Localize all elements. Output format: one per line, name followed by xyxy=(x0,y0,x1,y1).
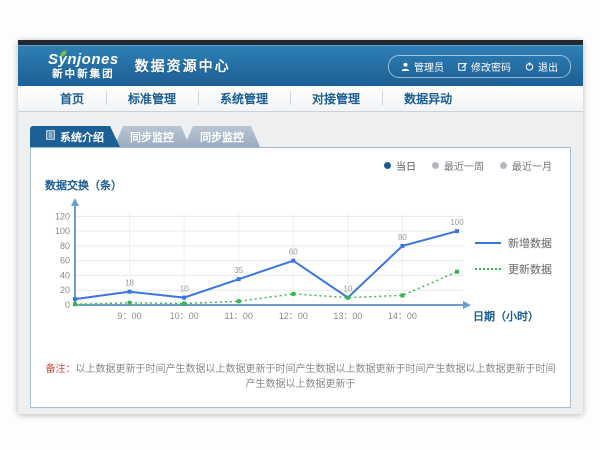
nav-item-standard-mgmt[interactable]: 标准管理 xyxy=(106,90,198,107)
company-logo: Synjones 新中新集团 xyxy=(48,52,119,80)
tab-label: 同步监控 xyxy=(130,129,174,145)
user-menu: 管理员 修改密码 退出 xyxy=(388,55,571,78)
svg-text:60: 60 xyxy=(289,248,298,257)
chart-legend: 新增数据 更新数据 xyxy=(475,235,552,277)
nav-item-data-change[interactable]: 数据异动 xyxy=(382,90,474,107)
svg-text:10: 10 xyxy=(343,285,352,294)
nav-item-system-mgmt[interactable]: 系统管理 xyxy=(198,90,290,107)
svg-text:10：00: 10：00 xyxy=(170,311,199,321)
change-password-button[interactable]: 修改密码 xyxy=(458,59,511,74)
page-title: 数据资源中心 xyxy=(135,56,231,76)
app-header: Synjones 新中新集团 数据资源中心 管理员 修改密码 退出 xyxy=(18,45,583,86)
radio-dot-icon xyxy=(500,162,507,169)
current-user[interactable]: 管理员 xyxy=(401,59,444,74)
svg-text:60: 60 xyxy=(60,256,70,266)
time-range-filters: 当日 最近一周 最近一月 xyxy=(41,158,552,173)
svg-text:80: 80 xyxy=(60,241,70,251)
nav-item-docking-mgmt[interactable]: 对接管理 xyxy=(290,90,382,107)
tab-sync-monitor-2[interactable]: 同步监控 xyxy=(184,126,260,147)
y-axis-title: 数据交换（条） xyxy=(45,177,560,193)
change-password-label: 修改密码 xyxy=(471,59,511,74)
svg-text:40: 40 xyxy=(60,270,70,280)
svg-text:35: 35 xyxy=(234,266,243,275)
footnote-label: 备注： xyxy=(46,364,76,375)
svg-text:0: 0 xyxy=(65,300,70,310)
radio-dot-icon xyxy=(384,162,391,169)
svg-text:100: 100 xyxy=(55,226,70,236)
filter-label: 最近一周 xyxy=(444,158,484,173)
legend-line-swatch xyxy=(475,268,501,270)
line-chart: 0 20 40 60 80 100 120 9：00 10：00 11：00 12：00 13：00 1… xyxy=(41,193,471,335)
document-icon xyxy=(46,130,55,143)
current-user-label: 管理员 xyxy=(414,59,444,74)
legend-label: 更新数据 xyxy=(508,261,552,277)
nav-item-home[interactable]: 首页 xyxy=(38,90,106,107)
logout-label: 退出 xyxy=(538,59,558,74)
radio-dot-icon xyxy=(432,162,439,169)
logout-button[interactable]: 退出 xyxy=(525,59,558,74)
content-area: 系统介绍 同步监控 同步监控 当日 最近一周 xyxy=(18,112,583,414)
svg-text:11：00: 11：00 xyxy=(225,311,253,321)
app-window: Synjones 新中新集团 数据资源中心 管理员 修改密码 退出 xyxy=(18,40,583,414)
svg-text:80: 80 xyxy=(398,233,407,242)
legend-label: 新增数据 xyxy=(508,235,552,251)
legend-item-updated-data[interactable]: 更新数据 xyxy=(475,261,552,277)
filter-label: 最近一月 xyxy=(512,158,552,173)
x-axis-title: 日期（小时） xyxy=(473,308,539,324)
main-nav: 首页 标准管理 系统管理 对接管理 数据异动 xyxy=(18,86,583,112)
filter-label: 当日 xyxy=(396,158,416,173)
svg-text:13：00: 13：00 xyxy=(333,311,362,321)
svg-text:100: 100 xyxy=(450,218,464,227)
edit-icon xyxy=(458,62,467,71)
filter-today[interactable]: 当日 xyxy=(384,158,416,173)
logout-icon xyxy=(525,62,534,71)
svg-text:120: 120 xyxy=(55,211,70,221)
svg-text:14：00: 14：00 xyxy=(388,311,417,321)
chart-row: 0 20 40 60 80 100 120 9：00 10：00 11：00 12：00 13：00 1… xyxy=(41,193,560,340)
tab-strip: 系统介绍 同步监控 同步监控 xyxy=(30,126,571,147)
chart-wrap: 0 20 40 60 80 100 120 9：00 10：00 11：00 12：00 13：00 1… xyxy=(41,193,471,340)
svg-text:18: 18 xyxy=(125,279,134,288)
tab-system-intro[interactable]: 系统介绍 xyxy=(30,126,120,147)
tab-label: 同步监控 xyxy=(200,129,244,145)
footnote-text: 以上数据更新于时间产生数据以上数据更新于时间产生数据以上数据更新于时间产生数据以… xyxy=(76,364,556,390)
svg-text:9：00: 9：00 xyxy=(118,311,142,321)
footnote: 备注：以上数据更新于时间产生数据以上数据更新于时间产生数据以上数据更新于时间产生… xyxy=(41,360,560,390)
brand-name: Synjones xyxy=(48,52,119,67)
filter-last-week[interactable]: 最近一周 xyxy=(432,158,484,173)
tab-sync-monitor-1[interactable]: 同步监控 xyxy=(114,126,190,147)
legend-line-swatch xyxy=(475,242,501,244)
filter-last-month[interactable]: 最近一月 xyxy=(500,158,552,173)
tab-label: 系统介绍 xyxy=(60,129,104,145)
user-icon xyxy=(401,62,410,71)
chart-card: 当日 最近一周 最近一月 数据交换（条） 0 20 40 60 80 100 120 9：00… xyxy=(30,147,571,408)
legend-item-new-data[interactable]: 新增数据 xyxy=(475,235,552,251)
svg-text:12：00: 12：00 xyxy=(279,311,308,321)
svg-text:20: 20 xyxy=(60,285,70,295)
svg-text:10: 10 xyxy=(180,285,189,294)
chart-right-column: 新增数据 更新数据 日期（小时） xyxy=(471,193,563,340)
brand-subtitle: 新中新集团 xyxy=(52,69,115,80)
